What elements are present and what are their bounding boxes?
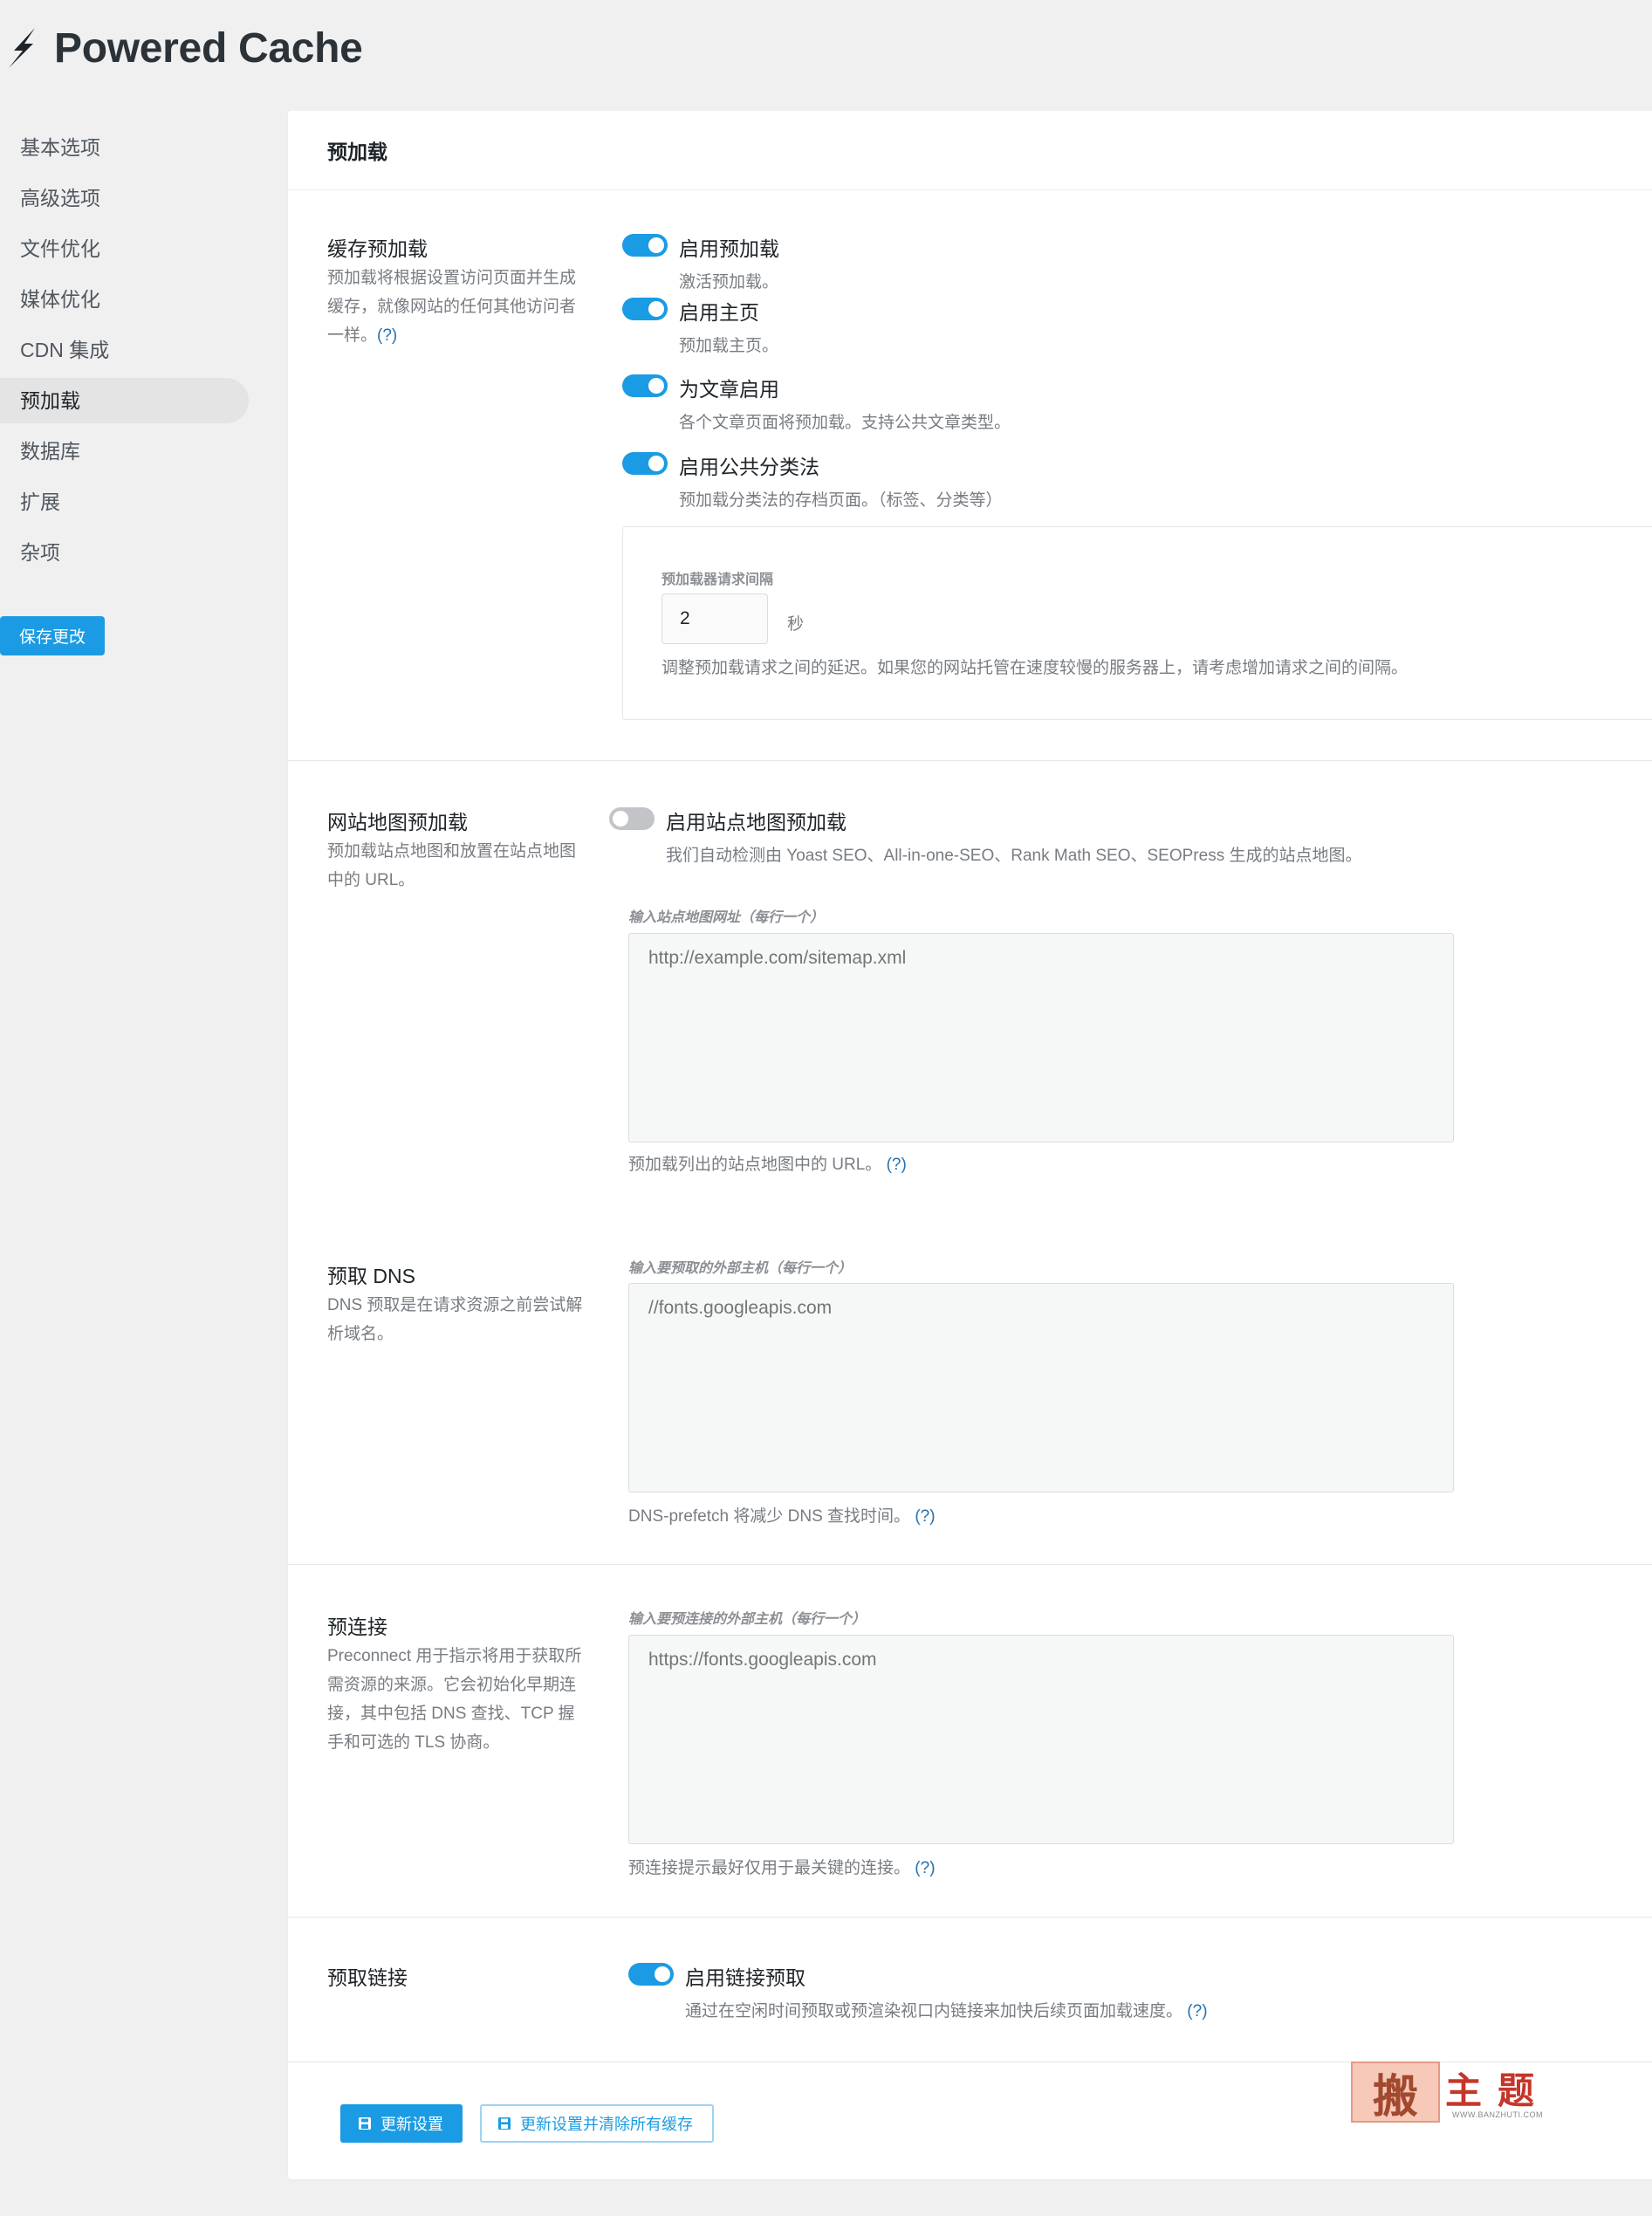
enable-homepage-label: 启用主页 [679, 301, 759, 324]
enable-taxonomies-desc: 预加载分类法的存档页面。（标签、分类等） [679, 491, 1003, 510]
update-settings-button[interactable]: 更新设置 [340, 2104, 463, 2143]
preload-interval-box: 预加载器请求间隔 秒 调整预加载请求之间的延迟。如果您的网站托管在速度较慢的服务… [622, 526, 1652, 720]
enable-taxonomies-label: 启用公共分类法 [679, 456, 819, 478]
save-changes-button[interactable]: 保存更改 [0, 616, 105, 655]
save-disk-icon [498, 2117, 511, 2130]
dns-hosts-label: 输入要预取的外部主机（每行一个） [628, 1261, 853, 1276]
sidebar-item-extensions[interactable]: 扩展 [0, 479, 249, 525]
toggle-enable-posts[interactable] [622, 374, 668, 397]
section-divider [288, 760, 1652, 761]
sidebar-item-file-optimization[interactable]: 文件优化 [0, 226, 249, 271]
enable-posts-label: 为文章启用 [679, 378, 779, 401]
sidebar-item-database[interactable]: 数据库 [0, 429, 249, 474]
preload-interval-label: 预加载器请求间隔 [661, 573, 774, 587]
sidebar-item-basic[interactable]: 基本选项 [0, 125, 249, 170]
preconnect-help-text: 预连接提示最好仅用于最关键的连接。 (?) [628, 1859, 936, 1877]
link-prefetch-label: 预取链接 [327, 1966, 408, 1989]
settings-panel: 预加载 缓存预加载 预加载将根据设置访问页面并生成缓存，就像网站的任何其他访问者… [288, 111, 1652, 2179]
panel-title: 预加载 [288, 111, 1652, 190]
watermark-seal: 搬 [1351, 2062, 1440, 2123]
section-divider [288, 1564, 1652, 1565]
app-title: Powered Cache [54, 24, 363, 72]
sitemap-preload-desc: 预加载站点地图和放置在站点地图中的 URL。 [327, 842, 577, 889]
sitemap-help-link[interactable]: (?) [887, 1156, 907, 1174]
watermark-text: 主题 WWW.BANZHUTI.COM [1445, 2069, 1551, 2119]
save-disk-icon [359, 2117, 371, 2130]
watermark-logo: 搬 主题 WWW.BANZHUTI.COM [1351, 2062, 1567, 2123]
sitemap-help-text: 预加载列出的站点地图中的 URL。 (?) [628, 1156, 907, 1174]
cache-preload-desc: 预加载将根据设置访问页面并生成缓存，就像网站的任何其他访问者一样。(?) [327, 269, 577, 345]
link-prefetch-help-link[interactable]: (?) [1187, 2002, 1207, 2020]
sitemap-preload-label: 网站地图预加载 [327, 811, 468, 834]
dns-help-text: DNS-prefetch 将减少 DNS 查找时间。 (?) [628, 1507, 936, 1526]
toggle-sitemap-preload[interactable] [609, 807, 655, 830]
sidebar-item-advanced[interactable]: 高级选项 [0, 175, 249, 221]
sitemap-urls-textarea[interactable] [628, 933, 1454, 1142]
link-prefetch-toggle-desc: 通过在空闲时间预取或预渲染视口内链接来加快后续页面加载速度。 (?) [685, 2002, 1208, 2020]
update-settings-label: 更新设置 [380, 2116, 443, 2133]
dns-prefetch-desc: DNS 预取是在请求资源之前尝试解析域名。 [327, 1296, 583, 1343]
preload-interval-input[interactable] [661, 593, 768, 644]
app-header: Powered Cache [0, 17, 363, 79]
sitemap-urls-label: 输入站点地图网址（每行一个） [628, 910, 825, 925]
toggle-enable-homepage[interactable] [622, 298, 668, 320]
lightning-bolt-icon [9, 28, 35, 68]
enable-posts-desc: 各个文章页面将预加载。支持公共文章类型。 [679, 414, 1011, 432]
preconnect-hosts-label: 输入要预连接的外部主机（每行一个） [628, 1612, 867, 1627]
toggle-enable-preload[interactable] [622, 234, 668, 257]
sidebar-nav: 基本选项 高级选项 文件优化 媒体优化 CDN 集成 预加载 数据库 扩展 杂项 [0, 125, 262, 580]
enable-preload-desc: 激活预加载。 [679, 273, 779, 292]
sidebar-item-cdn[interactable]: CDN 集成 [0, 327, 249, 373]
cache-preload-help-link[interactable]: (?) [377, 326, 397, 345]
preconnect-desc: Preconnect 用于指示将用于获取所需资源的来源。它会初始化早期连接，其中… [327, 1647, 582, 1752]
sitemap-preload-toggle-desc: 我们自动检测由 Yoast SEO、All-in-one-SEO、Rank Ma… [666, 847, 1362, 865]
preload-interval-desc: 调整预加载请求之间的延迟。如果您的网站托管在速度较慢的服务器上，请考虑增加请求之… [661, 659, 1409, 677]
sitemap-preload-toggle-label: 启用站点地图预加载 [666, 811, 847, 834]
preconnect-hosts-textarea[interactable] [628, 1635, 1454, 1844]
dns-hosts-textarea[interactable] [628, 1283, 1454, 1492]
preconnect-label: 预连接 [327, 1616, 387, 1638]
preload-interval-unit: 秒 [787, 615, 805, 634]
dns-help-link[interactable]: (?) [915, 1507, 935, 1526]
enable-preload-label: 启用预加载 [679, 237, 779, 260]
update-and-purge-button[interactable]: 更新设置并清除所有缓存 [480, 2104, 714, 2143]
enable-homepage-desc: 预加载主页。 [679, 337, 779, 355]
cache-preload-label: 缓存预加载 [327, 237, 428, 260]
section-divider [288, 1917, 1652, 1918]
sidebar-item-preload[interactable]: 预加载 [0, 378, 249, 423]
preconnect-help-link[interactable]: (?) [915, 1859, 935, 1877]
update-and-purge-label: 更新设置并清除所有缓存 [520, 2116, 693, 2133]
sidebar-item-misc[interactable]: 杂项 [0, 530, 249, 575]
toggle-link-prefetch[interactable] [628, 1963, 674, 1986]
sidebar-item-media-optimization[interactable]: 媒体优化 [0, 277, 249, 322]
toggle-enable-taxonomies[interactable] [622, 452, 668, 475]
dns-prefetch-label: 预取 DNS [327, 1265, 415, 1287]
link-prefetch-toggle-label: 启用链接预取 [685, 1966, 805, 1989]
